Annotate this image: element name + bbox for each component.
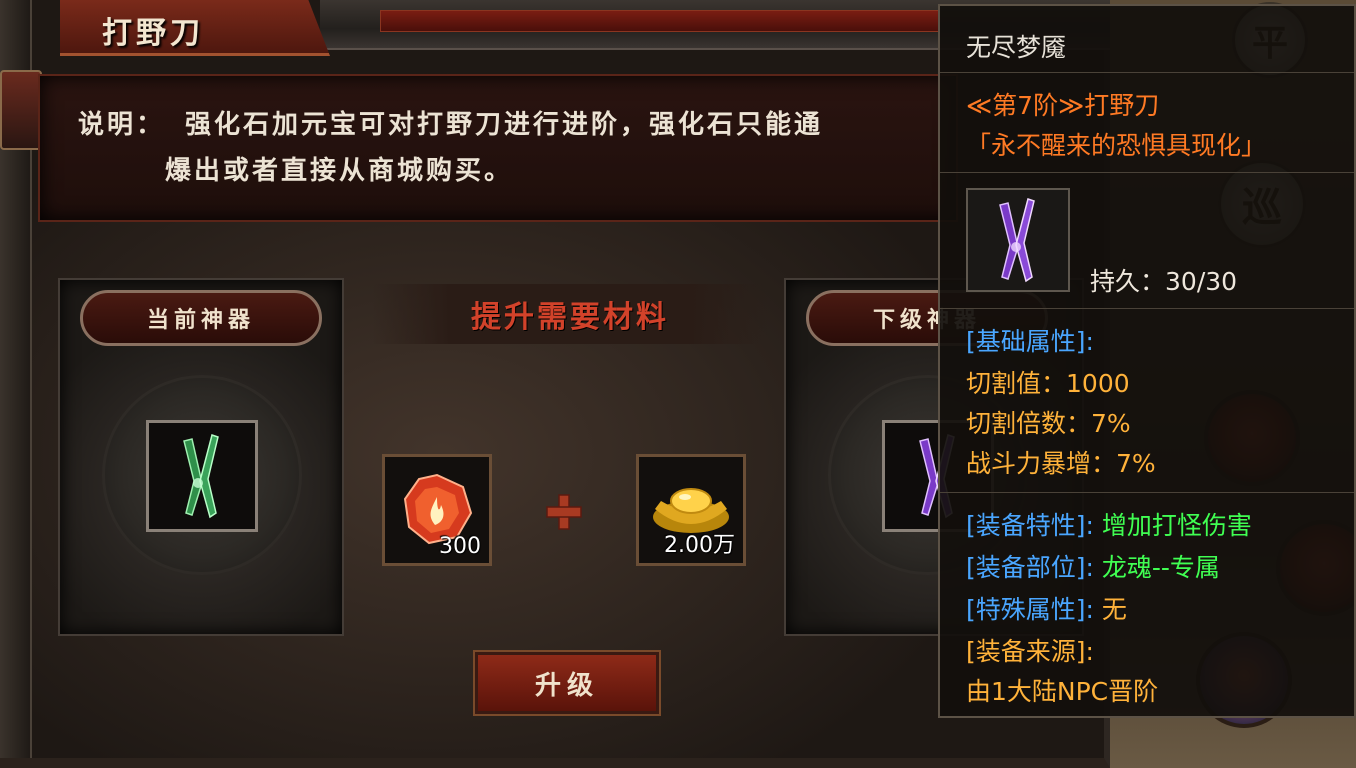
tooltip-trait-row: [装备特性]: 增加打怪伤害 xyxy=(966,506,1252,542)
side-emblem-icon xyxy=(0,70,42,150)
description-line-2: 爆出或者直接从商城购买。 xyxy=(165,156,514,186)
description-label: 说明： xyxy=(78,110,166,140)
tooltip-divider xyxy=(940,172,1354,173)
trait-label: [装备部位]: xyxy=(966,553,1094,582)
item-tooltip: 无尽梦魇 ≪第7阶≫打野刀 「永不醒来的恐惧具现化」 持久：30/30 [基础属… xyxy=(938,4,1356,718)
tooltip-divider xyxy=(940,72,1354,73)
tooltip-durability: 持久：30/30 xyxy=(1090,262,1237,298)
tooltip-durability-label: 持久： xyxy=(1090,267,1166,296)
tooltip-stat-row: 切割倍数：7% xyxy=(966,404,1131,440)
material-gem-count: 300 xyxy=(439,534,481,559)
current-artifact-tag-label: 当前神器 xyxy=(146,308,255,333)
tooltip-divider xyxy=(940,492,1354,493)
tooltip-trait-row: [特殊属性]: 无 xyxy=(966,590,1127,626)
title-bar: 打野刀 xyxy=(60,0,330,56)
trait-label: [特殊属性]: xyxy=(966,595,1094,624)
purple-twin-blade-icon xyxy=(999,198,1035,283)
plus-icon xyxy=(546,494,582,530)
stat-label: 切割值： xyxy=(966,369,1067,398)
description-line-1: 强化石加元宝可对打野刀进行进阶，强化石只能通 xyxy=(185,110,824,140)
trait-label: [装备来源]: xyxy=(966,637,1094,666)
upgrade-button[interactable]: 升级 xyxy=(475,652,659,714)
trait-value: 龙魂--专属 xyxy=(1101,553,1220,582)
tooltip-base-header: [基础属性]: xyxy=(966,327,1094,356)
stat-label: 战斗力暴增： xyxy=(966,449,1117,478)
tooltip-item-name: 无尽梦魇 xyxy=(966,33,1067,62)
tooltip-source-detail: 由1大陆NPC晋阶 xyxy=(966,677,1159,706)
materials-header: 提升需要材料 xyxy=(372,284,768,344)
tooltip-divider xyxy=(940,308,1354,309)
stat-value: 1000 xyxy=(1066,369,1130,398)
tooltip-stat-row: 战斗力暴增：7% xyxy=(966,444,1156,480)
tooltip-stage: ≪第7阶≫打野刀 xyxy=(966,91,1160,120)
stat-value: 7% xyxy=(1116,449,1156,478)
tooltip-stat-row: 切割值：1000 xyxy=(966,364,1130,400)
tooltip-trait-row: [装备来源]: xyxy=(966,632,1094,668)
current-artifact-slot[interactable] xyxy=(146,420,258,532)
upgrade-button-label: 升级 xyxy=(534,670,599,701)
tooltip-subtitle: 「永不醒来的恐惧具现化」 xyxy=(966,131,1267,160)
trait-label: [装备特性]: xyxy=(966,511,1094,540)
tooltip-trait-row: [装备部位]: 龙魂--专属 xyxy=(966,548,1220,584)
window-title: 打野刀 xyxy=(102,16,204,51)
material-slot-ingot[interactable]: 2.00万 xyxy=(636,454,746,566)
material-slot-gem[interactable]: 300 xyxy=(382,454,492,566)
title-strip xyxy=(380,10,940,32)
description-box: 说明： 强化石加元宝可对打野刀进行进阶，强化石只能通 爆出或者直接从商城购买。 xyxy=(38,74,958,222)
stat-value: 7% xyxy=(1091,409,1131,438)
current-artifact-card: 当前神器 xyxy=(58,278,344,636)
material-ingot-count: 2.00万 xyxy=(664,533,735,558)
green-twin-blade-icon xyxy=(183,434,219,519)
trait-value: 增加打怪伤害 xyxy=(1101,511,1252,540)
tooltip-item-icon-frame xyxy=(966,188,1070,292)
stat-label: 切割倍数： xyxy=(966,409,1092,438)
tooltip-durability-value: 30/30 xyxy=(1165,267,1238,296)
current-artifact-tag: 当前神器 xyxy=(80,290,322,346)
trait-value: 无 xyxy=(1101,595,1127,624)
materials-header-label: 提升需要材料 xyxy=(471,300,669,335)
